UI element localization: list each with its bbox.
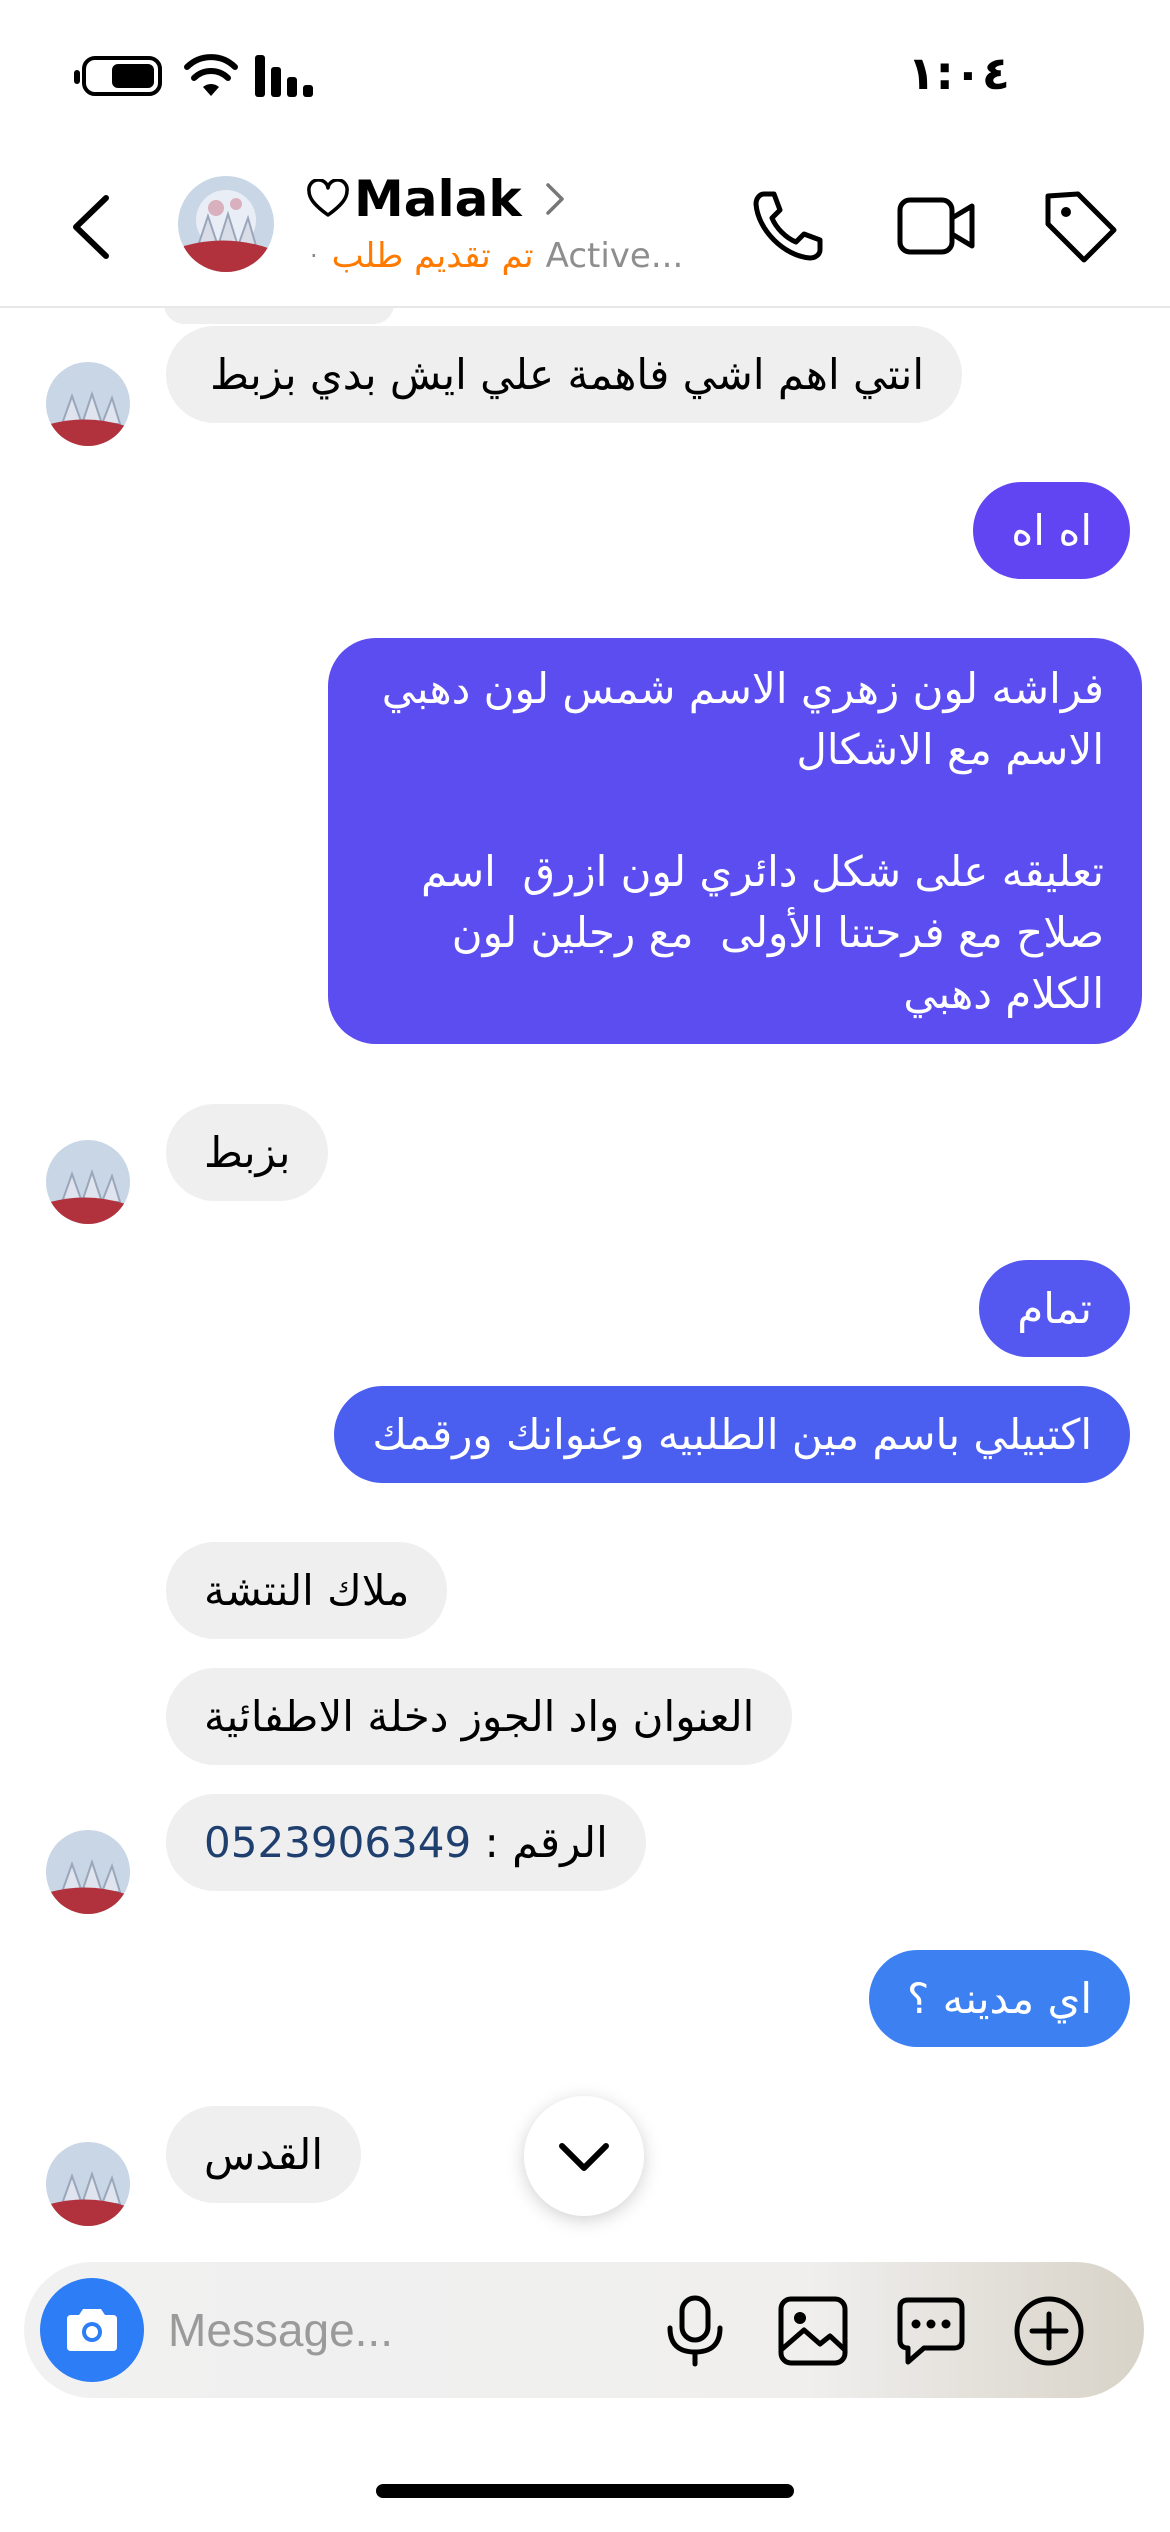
message-out-4[interactable]: اكتبيلي باسم مين الطلبيه وعنوانك ورقمك: [334, 1386, 1130, 1483]
message-list[interactable]: انتي اهم اشي فاهمة علي ايش بدي بزبط اه ا…: [0, 308, 1170, 2268]
microphone-icon[interactable]: [658, 2294, 732, 2368]
sender-avatar: [46, 362, 130, 446]
message-in-3[interactable]: ملاك النتشة: [166, 1542, 448, 1639]
message-out-5[interactable]: اي مدينه ؟: [869, 1950, 1130, 2047]
tag-icon[interactable]: [1040, 186, 1120, 266]
contact-subtitle: · تم تقديم طلب Active...: [310, 236, 683, 276]
contact-avatar[interactable]: [178, 176, 274, 272]
message-in-6[interactable]: القدس: [166, 2106, 362, 2203]
message-in-4[interactable]: العنوان واد الجوز دخلة الاطفائية: [166, 1668, 793, 1765]
order-status: تم تقديم طلب: [331, 236, 534, 276]
add-icon[interactable]: [1012, 2294, 1086, 2368]
sticker-chat-icon[interactable]: [894, 2294, 968, 2368]
message-in-2[interactable]: بزبط: [166, 1104, 329, 1201]
message-out-1[interactable]: اه اه: [973, 482, 1130, 579]
camera-button[interactable]: [40, 2278, 144, 2382]
video-icon[interactable]: [896, 186, 976, 266]
battery-icon: [74, 56, 162, 96]
message-composer: [24, 2262, 1144, 2398]
chevron-right-icon: [545, 183, 564, 215]
sender-avatar: [46, 1140, 130, 1224]
message-out-2[interactable]: فراشه لون زهري الاسم شمس لون دهبي الاسم …: [328, 638, 1142, 1044]
sender-avatar: [46, 1830, 130, 1914]
phone-icon[interactable]: [748, 186, 828, 266]
cellular-signal-icon: [255, 55, 313, 97]
sender-avatar: [46, 2142, 130, 2226]
camera-icon: [67, 2309, 117, 2351]
status-time: ١:٠٤: [907, 46, 1010, 100]
activity-status: Active...: [545, 236, 684, 276]
message-in-5[interactable]: الرقم : 0523906349: [166, 1794, 646, 1891]
message-input[interactable]: [168, 2292, 588, 2368]
scroll-down-chevron-icon: [559, 2143, 609, 2171]
contact-name: Malak: [354, 170, 522, 228]
heart-icon: [307, 179, 349, 217]
phone-label: الرقم :: [471, 1818, 608, 1867]
subtitle-separator: ·: [310, 242, 318, 270]
gallery-icon[interactable]: [776, 2294, 850, 2368]
message-in-1[interactable]: انتي اهم اشي فاهمة علي ايش بدي بزبط: [166, 326, 962, 423]
message-bubble-partial: [164, 308, 394, 324]
status-bar: ١:٠٤: [0, 0, 1170, 150]
back-chevron-icon[interactable]: [58, 190, 132, 264]
wifi-icon: [184, 54, 238, 96]
home-indicator[interactable]: [376, 2484, 794, 2498]
contact-name-row[interactable]: Malak: [306, 170, 568, 228]
message-out-3[interactable]: تمام: [979, 1260, 1130, 1357]
phone-number-link[interactable]: 0523906349: [204, 1818, 471, 1867]
chat-header: Malak · تم تقديم طلب Active...: [0, 150, 1170, 308]
scroll-down-button[interactable]: [524, 2096, 644, 2216]
